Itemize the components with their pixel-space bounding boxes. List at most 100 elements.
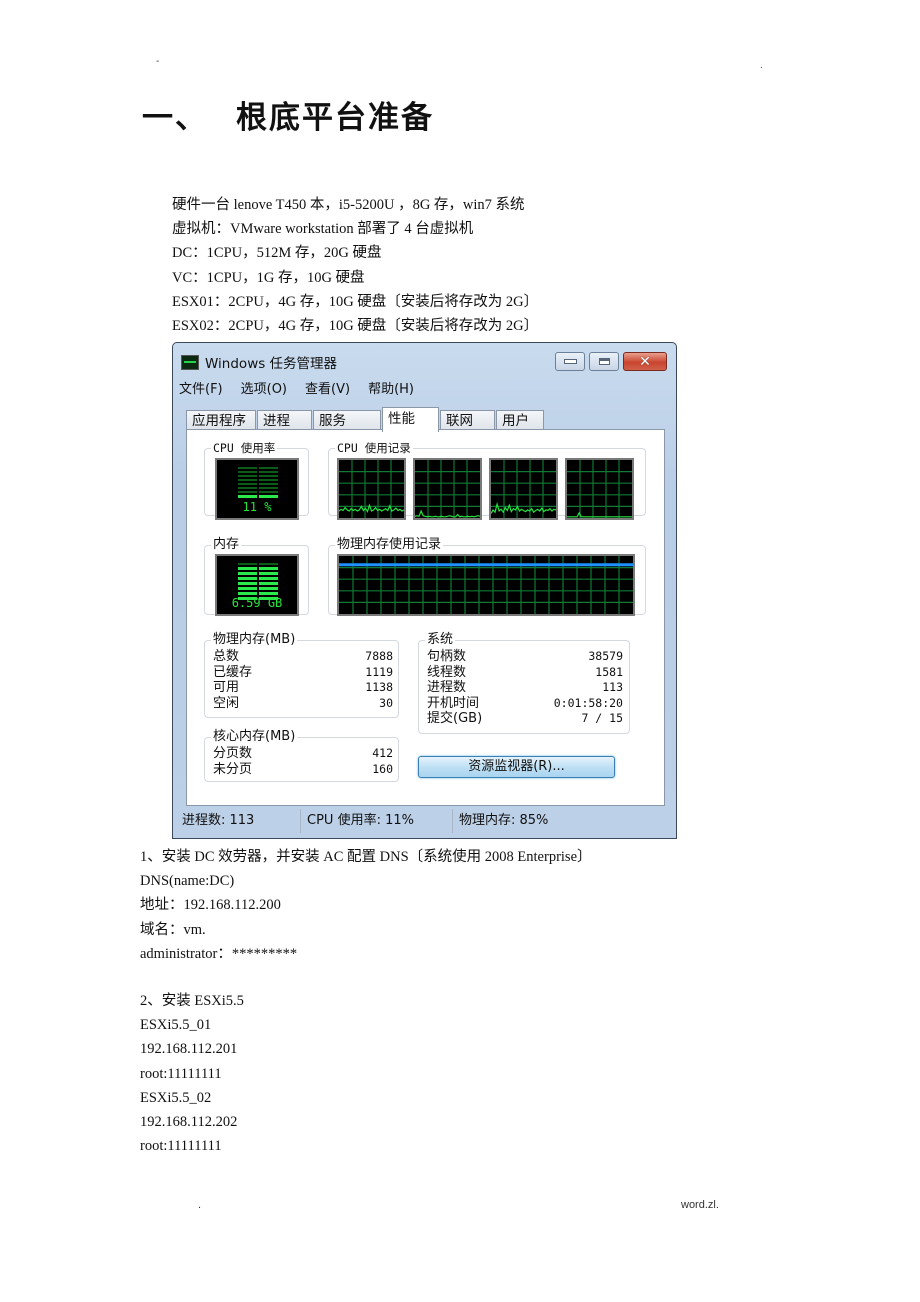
stat-row-processes: 进程数 113 bbox=[427, 680, 623, 696]
header-right-mark: . bbox=[760, 60, 763, 71]
intro-line: 虚拟机：VMware workstation 部署了 4 台虚拟机 bbox=[172, 221, 474, 238]
cpu-history-label: CPU 使用记录 bbox=[335, 440, 413, 456]
stat-row-paged: 分页数 412 bbox=[213, 746, 393, 762]
cpu-core-graph-2 bbox=[413, 458, 482, 520]
stat-row-free: 空闲 30 bbox=[213, 696, 393, 712]
stat-name: 未分页 bbox=[213, 761, 253, 777]
memory-meter-bar bbox=[238, 592, 279, 595]
menu-view[interactable]: 查看(V) bbox=[305, 378, 350, 397]
kernel-memory-stats: 分页数 412 未分页 160 bbox=[213, 746, 393, 777]
window-title: Windows 任务管理器 bbox=[205, 356, 338, 372]
stat-value: 30 bbox=[379, 695, 393, 710]
status-memory: 物理内存: 85% bbox=[459, 813, 549, 828]
tab-users[interactable]: 用户 bbox=[496, 410, 544, 431]
tab-networking[interactable]: 联网 bbox=[440, 410, 495, 431]
memory-meter-bar bbox=[238, 572, 279, 575]
stat-name: 可用 bbox=[213, 680, 240, 695]
status-bar: 进程数: 113 CPU 使用率: 11% 物理内存: 85% bbox=[176, 809, 673, 833]
kernel-memory-group: 核心内存(MB) 分页数 412 未分页 160 bbox=[204, 729, 399, 782]
cpu-usage-bars bbox=[238, 467, 279, 500]
intro-line: 硬件一台 lenove T450 本，i5-5200U ，8G 存，win7 系… bbox=[172, 197, 525, 213]
cpu-meter-bar bbox=[238, 467, 279, 469]
cpu-usage-label: CPU 使用率 bbox=[211, 440, 278, 456]
section-number: 一、 bbox=[142, 100, 208, 136]
section-2-heading: 2、安装 ESXi5.5 bbox=[140, 993, 244, 1009]
status-cpu: CPU 使用率: 11% bbox=[301, 809, 453, 833]
stat-value: 1581 bbox=[595, 664, 623, 679]
stat-name: 线程数 bbox=[427, 664, 467, 680]
memory-meter-bar bbox=[238, 582, 279, 585]
tab-performance[interactable]: 性能 bbox=[382, 407, 439, 432]
section-2-line: 192.168.112.202 bbox=[140, 1113, 238, 1130]
tab-strip: 应用程序 进程 服务 性能 联网 用户 bbox=[186, 407, 545, 432]
resource-monitor-button[interactable]: 资源监视器(R)... bbox=[418, 756, 615, 778]
status-processes: 进程数: 113 bbox=[176, 809, 301, 833]
section-1-line: administrator：********* bbox=[140, 945, 298, 962]
cpu-meter-bar bbox=[238, 475, 279, 477]
stat-name: 提交(GB) bbox=[427, 711, 483, 726]
cpu-core-usage-line bbox=[491, 501, 556, 514]
memory-value: 6.59 GB bbox=[231, 596, 283, 610]
memory-history-group: 物理内存使用记录 bbox=[328, 537, 646, 616]
memory-history-label: 物理内存使用记录 bbox=[335, 537, 444, 553]
menu-options[interactable]: 选项(O) bbox=[241, 378, 287, 397]
stat-value: 1119 bbox=[365, 664, 393, 679]
physical-memory-group: 物理内存(MB) 总数 7888 已缓存 1119 可用 1138 空闲 30 bbox=[204, 632, 399, 718]
stat-row-threads: 线程数 1581 bbox=[427, 665, 623, 681]
close-icon: ✕ bbox=[639, 353, 651, 370]
memory-label: 内存 bbox=[211, 537, 242, 553]
stat-value: 412 bbox=[372, 746, 393, 760]
stat-value: 7888 bbox=[365, 649, 393, 663]
intro-line: ESX01：2CPU，4G 存，10G 硬盘〔安装后将存改为 2G〕 bbox=[172, 293, 539, 310]
stat-name: 进程数 bbox=[427, 680, 467, 695]
system-group: 系统 句柄数 38579 线程数 1581 进程数 113 开机时间 0:01:58:2… bbox=[418, 632, 630, 734]
section-title: 一、 根底平台准备 bbox=[142, 92, 434, 137]
minimize-button[interactable] bbox=[555, 352, 585, 371]
menu-help[interactable]: 帮助(H) bbox=[368, 378, 414, 397]
stat-row-available: 可用 1138 bbox=[213, 680, 393, 696]
performance-panel: CPU 使用率 11 % CPU 使用记录 内存 6.59 GB 物理内存使用记… bbox=[186, 429, 665, 806]
section-title-text: 根底平台准备 bbox=[236, 100, 434, 136]
section-1-heading: 1、安装 DC 效劳器，并安装 AC 配置 DNS〔系统使用 2008 Ente… bbox=[140, 849, 592, 865]
memory-meter: 6.59 GB bbox=[215, 554, 299, 616]
stat-row-commit: 提交(GB) 7 / 15 bbox=[427, 711, 623, 727]
stat-value: 38579 bbox=[588, 649, 623, 663]
intro-line: ESX02：2CPU，4G 存，10G 硬盘〔安装后将存改为 2G〕 bbox=[172, 317, 539, 334]
footer-text: word.zl. bbox=[681, 1199, 719, 1211]
cpu-core-graph-1 bbox=[337, 458, 406, 520]
section-2: 2、安装 ESXi5.5 ESXi5.5_01 192.168.112.201 … bbox=[140, 989, 244, 1158]
cpu-meter-bar bbox=[238, 495, 279, 498]
section-2-line: 192.168.112.201 bbox=[140, 1041, 238, 1058]
close-button[interactable]: ✕ bbox=[623, 352, 667, 371]
tab-services[interactable]: 服务 bbox=[313, 410, 381, 431]
memory-history-graph bbox=[337, 554, 635, 616]
section-1: 1、安装 DC 效劳器，并安装 AC 配置 DNS〔系统使用 2008 Ente… bbox=[140, 845, 592, 966]
section-1-line: 地址：192.168.112.200 bbox=[140, 897, 281, 914]
stat-name: 总数 bbox=[213, 649, 240, 664]
task-manager-icon bbox=[181, 354, 199, 370]
cpu-meter-bar bbox=[238, 471, 279, 473]
intro-paragraph: 硬件一台 lenove T450 本，i5-5200U ，8G 存，win7 系… bbox=[172, 193, 538, 338]
intro-line: VC：1CPU，1G 存，10G 硬盘 bbox=[172, 269, 365, 286]
window-title-bar: Windows 任务管理器 bbox=[181, 352, 337, 372]
cpu-meter-bar bbox=[238, 479, 279, 481]
footer-left-mark: . bbox=[198, 1199, 202, 1211]
tab-applications[interactable]: 应用程序 bbox=[186, 410, 256, 431]
cpu-meter-bar bbox=[238, 491, 279, 493]
stat-row-cached: 已缓存 1119 bbox=[213, 665, 393, 681]
section-1-line: DNS(name:DC) bbox=[140, 873, 235, 890]
stat-name: 空闲 bbox=[213, 695, 240, 711]
maximize-button[interactable] bbox=[589, 352, 619, 371]
maximize-icon bbox=[598, 358, 610, 365]
menu-file[interactable]: 文件(F) bbox=[179, 378, 223, 397]
memory-meter-bar bbox=[238, 587, 279, 590]
tab-processes[interactable]: 进程 bbox=[257, 410, 312, 431]
intro-line: DC：1CPU，512M 存，20G 硬盘 bbox=[172, 245, 382, 262]
section-2-line: ESXi5.5_01 bbox=[140, 1017, 212, 1034]
memory-group: 内存 6.59 GB bbox=[204, 537, 309, 616]
memory-meter-bar bbox=[238, 577, 279, 580]
stat-row-uptime: 开机时间 0:01:58:20 bbox=[427, 696, 623, 712]
minimize-icon bbox=[563, 359, 577, 364]
stat-value: 1138 bbox=[365, 680, 393, 694]
stat-row-handles: 句柄数 38579 bbox=[427, 649, 623, 665]
